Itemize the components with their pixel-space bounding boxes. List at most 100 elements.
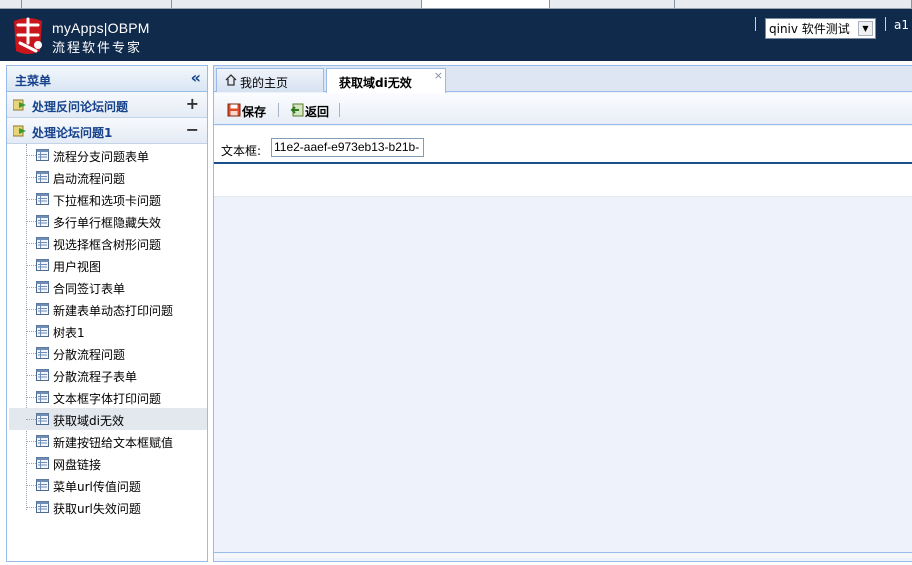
form-icon — [36, 413, 49, 425]
sidebar-item[interactable]: 用户视图 — [9, 254, 207, 276]
sidebar-item-label: 启动流程问题 — [53, 172, 126, 186]
sidebar-item-label: 视选择框含树形问题 — [53, 238, 162, 252]
menu-tree: 流程分支问题表单 启动流程问题下拉框和选项卡问题 多行单行框隐藏失效 视选择框含树形问… — [7, 144, 207, 558]
browser-tab[interactable] — [172, 0, 422, 8]
sidebar-item[interactable]: 新建按钮给文本框赋值 — [9, 430, 207, 452]
expand-icon[interactable]: + — [186, 94, 199, 113]
browser-tab[interactable] — [550, 0, 675, 8]
chevron-down-icon[interactable]: ▼ — [858, 21, 873, 36]
form-icon — [36, 171, 49, 183]
form-icon — [36, 435, 49, 447]
close-icon[interactable]: × — [434, 69, 443, 82]
sidebar-group-forum-rebuttal[interactable]: 处理反问论坛问题 + — [7, 92, 207, 118]
app-header: myApps|OBPM 流程软件专家 qiniv 软件测试 ▼ a1 — [0, 9, 912, 61]
sidebar-item[interactable]: 分散流程问题 — [9, 342, 207, 364]
org-select[interactable]: qiniv 软件测试 ▼ — [765, 18, 876, 39]
tab-get-field-id[interactable]: 获取域di无效 × — [326, 68, 446, 93]
sidebar-group-label: 处理论坛问题1 — [32, 126, 113, 140]
browser-tab-active[interactable] — [422, 0, 550, 8]
sidebar-group-forum[interactable]: 处理论坛问题1 − — [7, 118, 207, 144]
sidebar-item-label: 获取url失效问题 — [53, 502, 141, 516]
sidebar-item-label: 用户视图 — [53, 260, 102, 274]
form-icon — [36, 193, 49, 205]
toolbar-divider — [278, 103, 279, 117]
sidebar-item[interactable]: 树表1 — [9, 320, 207, 342]
sidebar-item[interactable]: 多行单行框隐藏失效 — [9, 210, 207, 232]
tree-connector — [26, 331, 36, 332]
folder-arrow-icon — [12, 124, 27, 137]
toolbar: 保存 返回 — [214, 93, 912, 125]
tree-connector — [26, 177, 36, 178]
form-icon — [36, 479, 49, 491]
form-icon — [36, 215, 49, 227]
collapse-icon[interactable]: − — [186, 120, 199, 139]
sidebar-item[interactable]: 分散流程子表单 — [9, 364, 207, 386]
brand-title: myApps|OBPM — [52, 20, 150, 36]
sidebar-item-label: 文本框字体打印问题 — [53, 392, 162, 406]
brand-subtitle: 流程软件专家 — [52, 41, 143, 56]
sidebar-item[interactable]: 视选择框含树形问题 — [9, 232, 207, 254]
tree-connector — [26, 221, 36, 222]
toolbar-divider — [339, 103, 340, 117]
sidebar-item-label: 合同签订表单 — [53, 282, 126, 296]
user-name[interactable]: a1 — [894, 18, 909, 32]
tree-connector — [26, 309, 36, 310]
tree-connector — [26, 419, 36, 420]
sidebar-item[interactable]: 菜单url传值问题 — [9, 474, 207, 496]
sidebar-item-label: 新建表单动态打印问题 — [53, 304, 174, 318]
tree-connector — [26, 265, 36, 266]
tianhu-logo-icon — [8, 13, 48, 57]
form-area: 文本框: 11e2-aaef-e973eb13-b21b- — [214, 126, 912, 197]
tab-home-label: 我的主页 — [240, 76, 289, 90]
sidebar-item[interactable]: 网盘链接 — [9, 452, 207, 474]
form-icon — [36, 391, 49, 403]
sidebar-header: 主菜单 « — [7, 66, 207, 92]
sidebar-item[interactable]: 合同签订表单 — [9, 276, 207, 298]
sidebar-group-label: 处理反问论坛问题 — [32, 100, 129, 114]
tree-connector — [26, 397, 36, 398]
tree-connector — [26, 287, 36, 288]
sidebar-item[interactable]: 文本框字体打印问题 — [9, 386, 207, 408]
browser-tab[interactable] — [675, 0, 912, 8]
form-icon — [36, 369, 49, 381]
sidebar-item[interactable]: 流程分支问题表单 — [9, 144, 207, 166]
org-select-value: qiniv 软件测试 — [769, 22, 850, 36]
tree-connector — [26, 243, 36, 244]
sidebar-item[interactable]: 启动流程问题 — [9, 166, 207, 188]
sidebar-title: 主菜单 — [15, 74, 52, 88]
tree-connector — [26, 199, 36, 200]
text-field-label: 文本框: — [221, 144, 262, 158]
folder-arrow-icon — [12, 98, 27, 111]
form-icon — [36, 281, 49, 293]
sidebar-item-label: 获取域di无效 — [53, 414, 124, 428]
sidebar-item-label: 多行单行框隐藏失效 — [53, 216, 162, 230]
tree-connector — [26, 353, 36, 354]
sidebar-item[interactable]: 获取url失效问题 — [9, 496, 207, 518]
save-button[interactable]: 保存 — [227, 102, 271, 120]
browser-tab[interactable] — [0, 0, 22, 8]
tab-home[interactable]: 我的主页 — [216, 68, 324, 92]
browser-tab[interactable] — [22, 0, 172, 8]
form-divider — [214, 162, 912, 164]
form-icon — [36, 259, 49, 271]
tree-connector — [26, 375, 36, 376]
sidebar-item-label: 分散流程子表单 — [53, 370, 138, 384]
header-divider — [755, 17, 756, 31]
sidebar-item-label: 分散流程问题 — [53, 348, 126, 362]
panel-footer — [214, 552, 912, 558]
sidebar-item-label: 下拉框和选项卡问题 — [53, 194, 162, 208]
back-button[interactable]: 返回 — [290, 102, 334, 120]
header-divider — [885, 17, 886, 31]
sidebar-item[interactable]: 新建表单动态打印问题 — [9, 298, 207, 320]
back-button-label: 返回 — [305, 105, 330, 119]
text-field-input[interactable]: 11e2-aaef-e973eb13-b21b- — [271, 138, 424, 157]
sidebar-item-label: 网盘链接 — [53, 458, 102, 472]
sidebar-item[interactable]: 获取域di无效 — [9, 408, 207, 430]
sidebar-item[interactable]: 下拉框和选项卡问题 — [9, 188, 207, 210]
tab-bar: 我的主页 获取域di无效 × — [214, 66, 912, 93]
back-icon — [290, 103, 304, 117]
form-icon — [36, 149, 49, 161]
sidebar-item-label: 流程分支问题表单 — [53, 150, 150, 164]
collapse-sidebar-icon[interactable]: « — [191, 68, 201, 87]
sidebar: 主菜单 « 处理反问论坛问题 + 处理论坛问题1 − 流程分支问题表单 启动流程问… — [6, 65, 208, 562]
